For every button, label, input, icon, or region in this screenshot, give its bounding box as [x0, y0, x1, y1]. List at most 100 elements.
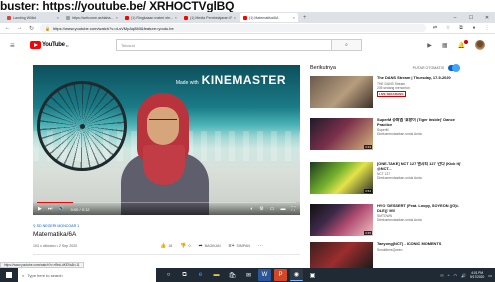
avatar[interactable] — [475, 40, 485, 50]
autoplay-toggle[interactable] — [448, 64, 460, 72]
tray-arrow-icon[interactable]: ^ — [448, 273, 450, 278]
search-button[interactable]: ⌕ — [331, 40, 361, 50]
up-next-header: Berikutnya PUTAR OTOMATIS — [310, 64, 460, 72]
notification-center-icon[interactable]: ▭ — [488, 273, 492, 278]
tab-close-icon[interactable]: × — [175, 15, 177, 20]
browser-tab[interactable]: (1) Ringkasan materi ele... × — [122, 13, 180, 22]
windows-start-button[interactable] — [0, 268, 18, 282]
tab-label: (1) Media Pembelajaran IP... — [190, 15, 232, 20]
new-tab-button[interactable]: + — [299, 15, 311, 21]
hamburger-menu-icon[interactable]: ≡ — [10, 41, 22, 50]
chrome-icon[interactable]: ◉ — [290, 269, 303, 281]
close-window-icon[interactable]: ✕ — [479, 15, 495, 21]
tab-close-icon[interactable]: × — [57, 15, 59, 20]
list-item[interactable]: The DANS Stream | Thursday, 17-9-2020 TH… — [310, 76, 470, 108]
browser-tab-active[interactable]: (1) Matematika/6A × — [240, 13, 298, 22]
rec-title[interactable]: SuperM 슈퍼엠 '호랑이 (Tiger Inside)' Dance Pr… — [377, 118, 470, 127]
app-icon[interactable]: ▣ — [306, 269, 319, 281]
play-icon[interactable]: ▶ — [38, 206, 42, 212]
minimize-icon[interactable]: – — [447, 15, 463, 21]
video-thumbnail[interactable]: 3:35 — [310, 204, 373, 236]
edge-icon[interactable]: e — [194, 269, 207, 281]
maximize-icon[interactable]: ☐ — [463, 15, 479, 21]
powerpoint-icon[interactable]: P — [274, 269, 287, 281]
mail-icon[interactable]: ✉ — [242, 269, 255, 281]
tab-label: https://welcome.ashiaba... — [72, 15, 114, 20]
fullscreen-icon[interactable]: ⛶ — [291, 206, 295, 212]
list-item[interactable]: 3:35 HYO 'DESSERT (Feat. Loopy, SOYEON (… — [310, 204, 470, 236]
bookmark-star-icon[interactable]: ☆ — [444, 25, 452, 31]
network-icon[interactable]: ◠ — [454, 273, 458, 278]
like-button[interactable]: 👍 18 — [160, 243, 172, 249]
theater-mode-icon[interactable]: ▬ — [280, 206, 285, 212]
create-video-icon[interactable]: ▶ — [427, 42, 432, 49]
video-player[interactable]: Made with KINEMASTER ▶ ⏭ 🔊 0:00 / 0:12 ◐… — [33, 65, 300, 215]
next-icon[interactable]: ⏭ — [48, 206, 53, 212]
video-thumbnail[interactable]: 3:54 — [310, 162, 373, 194]
list-item[interactable]: 3:54 [ONE-TAKE] NCT 127 엔시티 127 '간다 (Kic… — [310, 162, 470, 194]
tab-label: (1) Matematika/6A — [249, 15, 279, 20]
time-display: 0:00 / 0:12 — [70, 206, 90, 212]
tab-close-icon[interactable]: × — [234, 15, 236, 20]
rec-title[interactable]: Taeyong(NCT) - ICONIC MOMENTS — [377, 242, 470, 247]
extensions-icon[interactable]: ⧉ — [457, 25, 465, 31]
share-button[interactable]: ➦ BAGIKAN — [198, 243, 220, 249]
save-button[interactable]: ≡+ SIMPAN — [229, 243, 250, 249]
store-icon[interactable]: 🛍 — [226, 269, 239, 281]
tab-label: (1) Ringkasan materi ele... — [131, 15, 173, 20]
list-item[interactable]: 3:33 SuperM 슈퍼엠 '호랑이 (Tiger Inside)' Dan… — [310, 118, 470, 150]
profile-icon[interactable]: ● — [470, 25, 478, 31]
notification-badge — [464, 39, 468, 44]
browser-tab[interactable]: https://welcome.ashiaba... × — [63, 13, 121, 22]
bicycle-wheel-image — [37, 81, 127, 171]
clock[interactable]: 4:01 PM 9/17/2020 — [470, 271, 484, 279]
file-explorer-icon[interactable]: ▬ — [210, 269, 223, 281]
more-actions-button[interactable]: ⋯ — [258, 243, 263, 249]
volume-icon[interactable]: 🔊 — [58, 206, 64, 212]
video-title: Matematika/6A — [33, 231, 77, 238]
rec-channel: SmoldtensQueen — [377, 247, 403, 252]
rec-sub: Direkomendasikan untuk Anda — [377, 218, 422, 223]
people-icon[interactable]: ⚇ — [440, 273, 444, 278]
browser-tab[interactable]: (1) Media Pembelajaran IP... × — [181, 13, 239, 22]
video-thumbnail[interactable] — [310, 76, 373, 108]
rec-sub: Direkomendasikan untuk Anda — [377, 176, 422, 181]
word-icon[interactable]: W — [258, 269, 271, 281]
rec-title[interactable]: The DANS Stream | Thursday, 17-9-2020 — [377, 76, 470, 81]
divider — [33, 254, 300, 255]
omnibox[interactable]: 🔒 https://www.youtube.com/watch?v=d-sVMp… — [40, 24, 426, 32]
video-tagline[interactable]: ⚲ SD NEGERI MONCOAR 1 — [33, 224, 79, 228]
dislike-button[interactable]: 👎 0 — [180, 243, 190, 249]
browser-tab-strip: Landing Wiiliol × https://welcome.ashiaba… — [0, 12, 495, 23]
video-thumbnail[interactable]: 3:33 — [310, 118, 373, 150]
taskbar-search-placeholder: Type here to search — [27, 272, 63, 278]
tab-close-icon[interactable]: × — [293, 15, 295, 20]
autoplay-toggle-icon[interactable]: ◐ — [250, 206, 253, 212]
duration-badge: 3:54 — [364, 189, 372, 193]
taskbar-search[interactable]: ⌕ Type here to search — [18, 268, 156, 282]
search-input[interactable] — [117, 40, 331, 50]
task-view-icon[interactable]: ⧉ — [178, 269, 191, 281]
youtube-logo[interactable]: YouTube ID — [30, 41, 69, 49]
reload-icon[interactable]: ↻ — [28, 25, 35, 32]
apps-grid-icon[interactable]: ▦ — [442, 42, 448, 49]
list-item[interactable]: Taeyong(NCT) - ICONIC MOMENTS SmoldtensQ… — [310, 242, 470, 268]
tab-close-icon[interactable]: × — [116, 15, 118, 20]
settings-gear-icon[interactable]: ⚙ — [259, 206, 263, 212]
volume-icon[interactable]: 🔊 — [461, 273, 466, 278]
progress-bar[interactable] — [37, 202, 296, 203]
browser-menu-icon[interactable]: ⋮ — [483, 25, 491, 31]
browser-tab[interactable]: Landing Wiiliol × — [4, 13, 62, 22]
translate-icon[interactable]: ⇄ — [431, 25, 439, 31]
miniplayer-icon[interactable]: ▭ — [270, 206, 275, 212]
rec-title[interactable]: HYO 'DESSERT (Feat. Loopy, SOYEON ((G)I-… — [377, 204, 470, 213]
cortana-icon[interactable]: ○ — [162, 269, 175, 281]
tab-favicon — [184, 15, 188, 20]
forward-icon[interactable]: → — [16, 25, 23, 31]
video-thumbnail[interactable] — [310, 242, 373, 268]
rec-title[interactable]: [ONE-TAKE] NCT 127 엔시티 127 '간다 (Kick It)… — [377, 162, 470, 171]
progress-fill — [37, 202, 74, 203]
back-icon[interactable]: ← — [4, 25, 11, 31]
notifications-bell-icon[interactable]: 🔔 — [458, 39, 468, 49]
presenter-image — [115, 93, 215, 215]
